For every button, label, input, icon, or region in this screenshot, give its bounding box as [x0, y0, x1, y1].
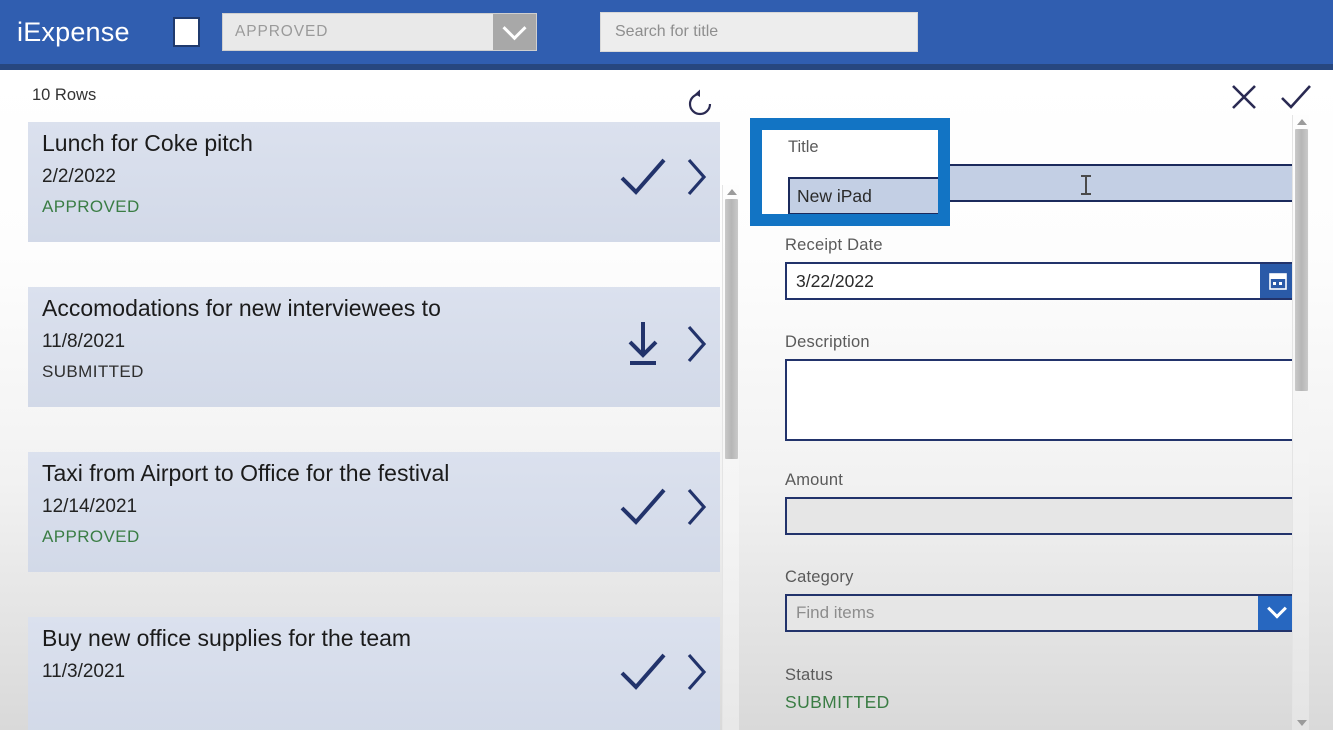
list-item[interactable]: Lunch for Coke pitch 2/2/2022 APPROVED [28, 122, 720, 242]
description-label: Description [785, 333, 870, 351]
search-input[interactable]: Search for title [600, 12, 918, 52]
list-item-date: 2/2/2022 [42, 166, 116, 187]
status-label: Status [785, 666, 833, 684]
list-item-date: 11/8/2021 [42, 331, 126, 352]
check-icon[interactable] [1279, 82, 1313, 112]
row-count-label: 10 Rows [32, 86, 97, 104]
annotation-title-value: New iPad [788, 177, 938, 215]
text-cursor-icon [1081, 175, 1091, 195]
category-placeholder: Find items [796, 603, 875, 622]
search-placeholder: Search for title [615, 23, 719, 40]
scroll-up-arrow-icon[interactable] [727, 189, 737, 195]
receipt-date-label: Receipt Date [785, 236, 883, 254]
field-description: Description [785, 333, 1298, 441]
check-icon[interactable] [616, 649, 670, 695]
field-receipt-date: Receipt Date 3/22/2022 [785, 236, 1298, 300]
scroll-up-arrow-icon[interactable] [1297, 119, 1307, 125]
list-scroll-area: Lunch for Coke pitch 2/2/2022 APPROVED A… [0, 122, 740, 730]
category-label: Category [785, 568, 854, 586]
list-item[interactable]: Taxi from Airport to Office for the fest… [28, 452, 720, 572]
check-icon[interactable] [616, 484, 670, 530]
list-item-date: 11/3/2021 [42, 661, 126, 682]
app-title: iExpense [17, 16, 130, 47]
status-filter-dropdown[interactable]: APPROVED [222, 13, 537, 51]
field-status: Status SUBMITTED [785, 666, 1298, 713]
field-category: Category Find items [785, 568, 1298, 632]
chevron-down-icon[interactable] [1258, 596, 1296, 630]
chevron-right-icon[interactable] [684, 484, 710, 530]
list-item-title: Buy new office supplies for the team [42, 625, 412, 651]
list-scrollbar[interactable] [722, 185, 739, 730]
app-root: iExpense APPROVED Search for title 10 Ro… [0, 0, 1333, 730]
calendar-icon[interactable] [1260, 264, 1296, 298]
description-textarea[interactable] [785, 359, 1298, 441]
chevron-down-icon[interactable] [493, 14, 536, 50]
status-filter-value: APPROVED [235, 23, 329, 40]
refresh-icon[interactable] [684, 88, 716, 120]
list-item[interactable]: Buy new office supplies for the team 11/… [28, 617, 720, 730]
list-item[interactable]: Accomodations for new interviewees to 11… [28, 287, 720, 407]
amount-label: Amount [785, 471, 844, 489]
check-icon[interactable] [616, 154, 670, 200]
list-scrollbar-thumb[interactable] [725, 199, 738, 459]
amount-input[interactable] [785, 497, 1298, 535]
list-item-title: Lunch for Coke pitch [42, 130, 253, 156]
category-combobox[interactable]: Find items [785, 594, 1298, 632]
form-actions [1229, 82, 1313, 112]
list-toolbar: 10 Rows [0, 70, 740, 122]
chevron-right-icon[interactable] [684, 321, 710, 367]
form-scrollbar[interactable] [1292, 115, 1309, 730]
chevron-right-icon[interactable] [684, 154, 710, 200]
list-item-status: APPROVED [42, 527, 140, 546]
list-item-title: Accomodations for new interviewees to [42, 295, 441, 321]
annotation-label-area: Title [762, 130, 938, 168]
expense-list-pane: 10 Rows Lunch for Coke pitch 2/2/2022 AP… [0, 70, 740, 730]
download-icon[interactable] [616, 319, 670, 369]
list-item-status: APPROVED [42, 197, 140, 216]
receipt-date-value: 3/22/2022 [796, 270, 874, 291]
header-filter-checkbox[interactable] [173, 17, 200, 47]
list-item-status: SUBMITTED [42, 362, 144, 381]
list-item-title: Taxi from Airport to Office for the fest… [42, 460, 450, 486]
annotation-title-label: Title [788, 138, 819, 156]
scroll-down-arrow-icon[interactable] [1297, 720, 1307, 726]
form-scrollbar-thumb[interactable] [1295, 129, 1308, 391]
list-item-date: 12/14/2021 [42, 496, 138, 517]
status-badge: SUBMITTED [785, 692, 890, 712]
receipt-date-input[interactable]: 3/22/2022 [785, 262, 1298, 300]
chevron-right-icon[interactable] [684, 649, 710, 695]
close-icon[interactable] [1229, 82, 1259, 112]
field-amount: Amount [785, 471, 1298, 535]
app-header: iExpense APPROVED Search for title [0, 0, 1333, 64]
